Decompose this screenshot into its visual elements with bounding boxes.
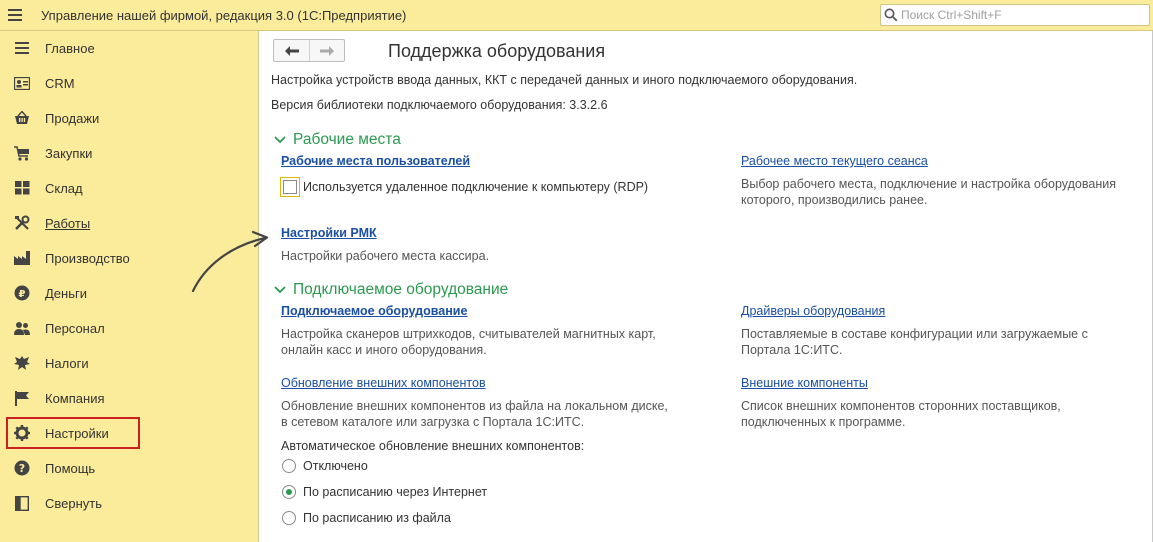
rdp-checkbox-row[interactable]: Используется удаленное подключение к ком…	[280, 177, 648, 197]
people-icon	[12, 318, 32, 338]
rdp-checkbox[interactable]	[280, 177, 300, 197]
sidebar-item-label: Работы	[45, 215, 91, 231]
sidebar-item-crm[interactable]: CRM	[8, 68, 138, 98]
main-menu-icon[interactable]	[0, 0, 30, 30]
sidebar-item-label: Налоги	[45, 355, 89, 371]
factory-icon	[12, 248, 32, 268]
sidebar-item-label: Персонал	[45, 320, 105, 336]
svg-text:?: ?	[19, 462, 25, 475]
external-components-note: Список внешних компонентов сторонних пос…	[741, 399, 1061, 429]
update-components-link[interactable]: Обновление внешних компонентов	[281, 376, 486, 390]
sidebar-item-main[interactable]: Главное	[8, 33, 138, 63]
eagle-emblem-icon	[12, 353, 32, 373]
rdp-checkbox-label: Используется удаленное подключение к ком…	[303, 180, 649, 194]
auto-update-label: Автоматическое обновление внешних компон…	[281, 439, 585, 453]
chevron-down-icon	[273, 283, 287, 297]
sidebar-item-label: CRM	[45, 75, 75, 91]
search-icon[interactable]	[881, 5, 901, 25]
current-session-workplace-link[interactable]: Рабочее место текущего сеанса	[741, 154, 928, 168]
rmk-settings-link[interactable]: Настройки РМК	[281, 226, 377, 240]
radio-button[interactable]	[282, 459, 296, 473]
main-panel: Поддержка оборудования Настройка устройс…	[258, 31, 1153, 542]
radio-schedule-internet[interactable]: По расписанию через Интернет	[282, 485, 487, 499]
search-box[interactable]	[880, 4, 1150, 26]
page-description: Настройка устройств ввода данных, ККТ с …	[271, 73, 858, 87]
connected-equipment-note: Настройка сканеров штрихкодов, считывате…	[281, 327, 656, 357]
gear-icon	[12, 423, 32, 443]
sidebar-item-production[interactable]: Производство	[8, 243, 138, 273]
sidebar-item-works[interactable]: Работы	[8, 208, 138, 238]
sidebar-item-purchases[interactable]: Закупки	[8, 138, 138, 168]
section-equipment-header[interactable]: Подключаемое оборудование	[273, 281, 508, 299]
sidebar-item-money[interactable]: ₽ Деньги	[8, 278, 138, 308]
sidebar-item-personnel[interactable]: Персонал	[8, 313, 138, 343]
menu-lines-icon	[12, 38, 32, 58]
sidebar-item-label: Продажи	[45, 110, 100, 126]
connected-equipment-link[interactable]: Подключаемое оборудование	[281, 304, 467, 318]
radio-disabled[interactable]: Отключено	[282, 459, 368, 473]
search-input[interactable]	[901, 8, 1141, 22]
equipment-drivers-link[interactable]: Драйверы оборудования	[741, 304, 885, 318]
tools-icon	[12, 213, 32, 233]
collapse-panel-icon	[12, 493, 32, 513]
contact-card-icon	[12, 73, 32, 93]
radio-button[interactable]	[282, 511, 296, 525]
equipment-drivers-note: Поставляемые в составе конфигурации или …	[741, 327, 1088, 357]
sidebar-item-warehouse[interactable]: Склад	[8, 173, 138, 203]
section-title: Рабочие места	[293, 131, 401, 148]
sidebar-item-label: Главное	[45, 40, 95, 56]
sidebar-item-label: Производство	[45, 250, 130, 266]
radio-label: Отключено	[303, 459, 368, 473]
question-icon: ?	[12, 458, 32, 478]
radio-button[interactable]	[282, 485, 296, 499]
sidebar-item-label: Свернуть	[45, 495, 103, 511]
ruble-coin-icon: ₽	[12, 283, 32, 303]
sidebar-item-sales[interactable]: Продажи	[8, 103, 138, 133]
sidebar-item-label: Склад	[45, 180, 83, 196]
external-components-link[interactable]: Внешние компоненты	[741, 376, 868, 390]
cart-icon	[12, 143, 32, 163]
radio-schedule-file[interactable]: По расписанию из файла	[282, 511, 451, 525]
sidebar-item-taxes[interactable]: Налоги	[8, 348, 138, 378]
chevron-down-icon	[273, 133, 287, 147]
back-arrow-icon[interactable]	[274, 40, 309, 61]
sidebar-item-collapse[interactable]: Свернуть	[8, 488, 138, 518]
sidebar-item-label: Закупки	[45, 145, 93, 161]
section-workplaces-header[interactable]: Рабочие места	[273, 131, 401, 149]
sidebar-item-label: Компания	[45, 390, 105, 406]
svg-text:₽: ₽	[19, 289, 26, 300]
title-bar: Управление нашей фирмой, редакция 3.0 (1…	[0, 0, 1153, 31]
forward-arrow-icon[interactable]	[309, 40, 344, 61]
current-session-note: Выбор рабочего места, подключение и наст…	[741, 177, 1116, 207]
nav-buttons	[273, 39, 345, 62]
sidebar-item-label: Деньги	[45, 285, 87, 301]
radio-label: По расписанию через Интернет	[303, 485, 488, 499]
radio-label: По расписанию из файла	[303, 511, 451, 525]
annotation-arrow-icon	[191, 230, 269, 293]
shop-basket-icon	[12, 108, 32, 128]
page-title: Поддержка оборудования	[388, 41, 606, 61]
warehouse-grid-icon	[12, 178, 32, 198]
app-title: Управление нашей фирмой, редакция 3.0 (1…	[41, 7, 407, 23]
sidebar-item-label: Помощь	[45, 460, 96, 476]
sidebar-item-label: Настройки	[45, 425, 109, 441]
sidebar-item-help[interactable]: ? Помощь	[8, 453, 138, 483]
update-components-note: Обновление внешних компонентов из файла …	[281, 399, 668, 429]
user-workplaces-link[interactable]: Рабочие места пользователей	[281, 154, 470, 168]
rmk-settings-note: Настройки рабочего места кассира.	[281, 249, 490, 263]
flag-icon	[12, 388, 32, 408]
library-version: Версия библиотеки подключаемого оборудов…	[271, 98, 608, 112]
sidebar-item-settings[interactable]: Настройки	[6, 417, 140, 449]
section-title: Подключаемое оборудование	[293, 281, 509, 298]
sidebar-item-company[interactable]: Компания	[8, 383, 138, 413]
